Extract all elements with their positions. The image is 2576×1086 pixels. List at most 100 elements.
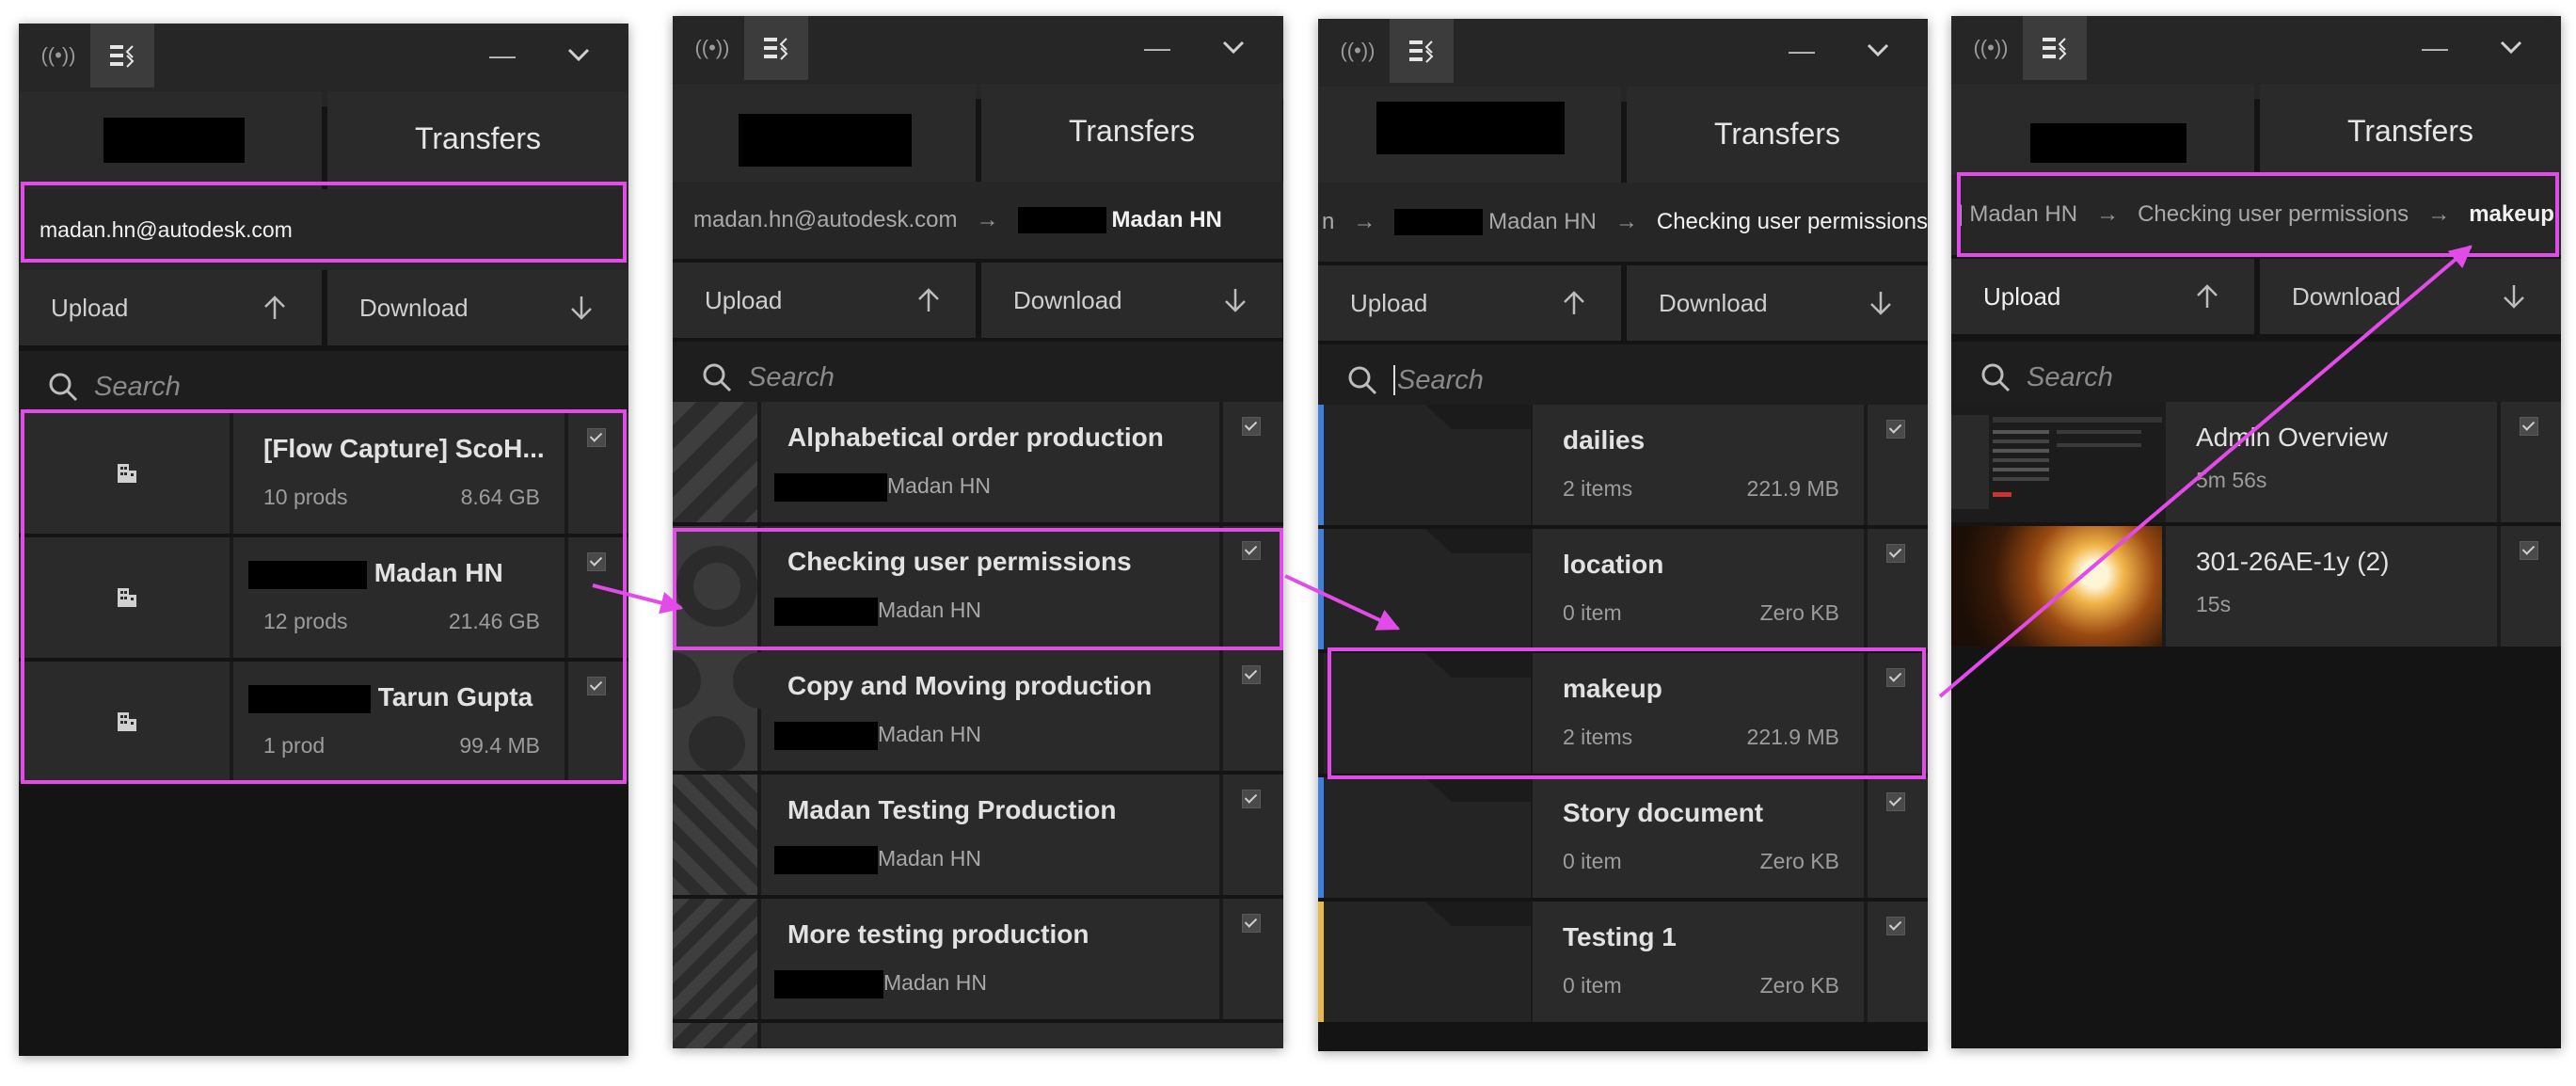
list-item[interactable]: Checking user permissions Madan HN [673,526,1283,647]
row-checkbox[interactable] [1864,653,1928,774]
row-size: Zero KB [1759,849,1839,873]
breadcrumb-item[interactable]: Checking user permissions [2138,201,2409,228]
row-owner: Madan HN [774,473,991,502]
list-item-partial [673,1023,1283,1048]
browser-icon[interactable] [2023,16,2087,80]
redacted-name [774,598,878,626]
list-item[interactable]: 301-26AE-1y (2) 15s [1951,526,2561,647]
list-item[interactable]: location 0 item Zero KB [1318,529,1928,649]
tab-browse[interactable] [19,91,322,204]
row-info: Testing 1 0 item Zero KB [1534,902,1862,1022]
row-owner-text: Madan HN [883,970,987,996]
row-info: Madan Testing Production Madan HN [761,775,1222,895]
row-size: 221.9 MB [1746,725,1839,749]
tab-transfers-label: Transfers [2347,113,2473,148]
upload-button[interactable]: Upload [1318,265,1621,341]
browser-icon[interactable] [1390,19,1454,83]
download-button[interactable]: Download [327,270,628,345]
checkmark-icon [1886,420,1905,439]
row-checkbox[interactable] [1864,529,1928,649]
building-icon [118,464,136,483]
tab-browse[interactable] [673,84,976,197]
list-item[interactable]: Copy and Moving production Madan HN [673,650,1283,773]
broadcast-icon[interactable]: ((•)) [26,24,90,88]
list-item[interactable]: [Flow Capture] ScoH... 10 prods 8.64 GB [19,413,628,534]
row-thumb [19,537,233,658]
row-checkbox[interactable] [564,413,628,534]
chevron-down-icon[interactable] [1864,36,1892,64]
list-item[interactable]: Testing 1 0 item Zero KB [1318,902,1928,1022]
breadcrumb-current[interactable]: Madan HN [1112,207,1222,233]
breadcrumb-item[interactable]: madan.hn@autodesk.com [693,207,958,233]
breadcrumb-item[interactable]: ] Madan HN [1957,201,2077,228]
row-checkbox[interactable] [1219,402,1283,522]
row-title: Testing 1 [1563,922,1677,951]
row-checkbox[interactable] [1864,405,1928,525]
minimize-button[interactable]: — [2422,35,2448,61]
list-item[interactable]: Madan Testing Production Madan HN [673,775,1283,895]
upload-button[interactable]: Upload [19,270,322,345]
arrow-up-icon [918,288,939,311]
broadcast-icon[interactable]: ((•)) [1326,19,1390,83]
row-title: Copy and Moving production [787,671,1153,700]
list-item[interactable]: Madan HN 12 prods 21.46 GB [19,537,628,658]
production-pattern [673,402,761,522]
row-checkbox[interactable] [1219,650,1283,771]
row-checkbox[interactable] [1219,775,1283,895]
download-button[interactable]: Download [1627,265,1928,341]
folder-icon [1324,653,1531,774]
breadcrumb-item[interactable]: Madan HN [1488,209,1597,235]
row-checkbox[interactable] [564,537,628,658]
search-placeholder: Search [1397,364,1484,395]
tab-transfers[interactable]: Transfers [327,91,628,204]
chevron-down-icon[interactable] [1219,33,1248,61]
circle-pattern-icon [676,546,757,627]
row-checkbox[interactable] [1864,777,1928,898]
account-crumb[interactable]: madan.hn@autodesk.com [19,189,628,270]
breadcrumb-current[interactable]: Checking user permissions [1657,209,1928,235]
minimize-button[interactable]: — [1789,38,1815,64]
row-checkbox[interactable] [2497,526,2561,647]
folder-icon [1324,529,1531,649]
breadcrumb: n → Madan HN → Checking user permissions [1318,183,1928,262]
list-item[interactable]: dailies 2 items 221.9 MB [1318,405,1928,525]
row-count: 0 item [1563,600,1622,625]
chevron-down-icon[interactable] [564,40,593,69]
broadcast-icon[interactable]: ((•)) [1959,16,2023,80]
broadcast-icon[interactable]: ((•)) [680,16,744,80]
upload-button[interactable]: Upload [1951,259,2254,334]
row-checkbox[interactable] [2497,402,2561,522]
download-button[interactable]: Download [2260,259,2561,334]
text-caret [1393,365,1395,395]
list-item[interactable]: makeup 2 items 221.9 MB [1318,653,1928,774]
production-pattern [673,1023,761,1048]
row-checkbox[interactable] [1219,899,1283,1019]
minimize-button[interactable]: — [489,42,516,69]
list-item[interactable]: Story document 0 item Zero KB [1318,777,1928,898]
row-checkbox[interactable] [1219,526,1283,647]
browser-icon[interactable] [744,16,808,80]
redacted-name [1394,209,1484,235]
account-email: madan.hn@autodesk.com [40,216,293,242]
row-count: 2 items [1563,476,1633,501]
row-size: 99.4 MB [459,733,540,758]
list-item[interactable]: Tarun Gupta 1 prod 99.4 MB [19,662,628,782]
tab-transfers[interactable]: Transfers [981,84,1282,197]
chevron-down-icon[interactable] [2497,33,2525,61]
breadcrumb-current[interactable]: makeup [2469,201,2554,228]
row-title-text: Madan HN [374,558,503,587]
redacted-logo [103,118,245,163]
breadcrumb-item[interactable]: n [1322,209,1334,235]
minimize-button[interactable]: — [1144,35,1170,61]
row-checkbox[interactable] [564,662,628,782]
list-item[interactable]: Admin Overview 5m 56s [1951,402,2561,522]
checkmark-icon [587,428,606,447]
search-icon [703,363,732,392]
search-input[interactable]: Search [19,351,628,423]
upload-button[interactable]: Upload [673,263,976,338]
row-checkbox[interactable] [1864,902,1928,1022]
list-item[interactable]: Alphabetical order production Madan HN [673,402,1283,522]
list-item[interactable]: More testing production Madan HN [673,899,1283,1019]
download-button[interactable]: Download [981,263,1282,338]
browser-icon[interactable] [90,24,154,88]
